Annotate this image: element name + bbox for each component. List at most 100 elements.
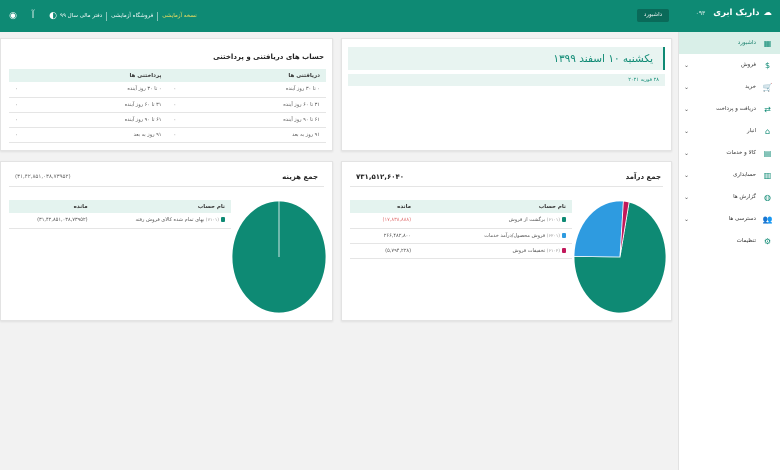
divider [106,11,108,21]
sidebar-item[interactable]: 👥 دسترسی ها ⌄ [679,208,780,230]
payable-value: ۰ [15,86,18,93]
account-name[interactable]: تخفیفات فروش [513,248,546,254]
period-label: ۰ تا ۳۰ روز آینده [285,86,320,93]
pie-slice[interactable] [573,200,624,258]
warehouse-icon: ⌂ [764,126,771,136]
receivable-cell: ۹۱ روز به بعد ۰ [167,127,326,143]
account-cell: (۶۲۰۱) فروش محصول/درآمد خدمات [417,228,572,244]
balance-cell: ۲۶۶,۴۸۲,۸۰۰ [350,228,418,244]
dashboard-button[interactable]: داشبورد [637,9,669,22]
expense-panel: جمع هزینه (۳۱,۴۲,۸۵۱,۰۳۸,۷۳۹۵۲) نام حساب… [0,161,333,321]
brand-name: داریک ابری [713,8,760,18]
account-code: (۶۲۰۱) [546,233,560,239]
user-icon[interactable]: ◉ [6,11,20,21]
chevron-down-icon: ⌄ [684,105,690,113]
income-pie-chart [573,200,667,314]
period-label: ۶۱ تا ۹۰ روز آینده [124,116,162,123]
legend-swatch [562,217,566,223]
font-size-icon[interactable]: آ [26,11,40,21]
legend-swatch [221,217,225,223]
column-header-balance: مانده [350,200,418,213]
account-name[interactable]: فروش محصول/درآمد خدمات [484,233,545,239]
chevron-down-icon: ⌄ [684,215,690,223]
table-row[interactable]: (۶۲۰۱) فروش محصول/درآمد خدمات ۲۶۶,۴۸۲,۸۰۰ [350,228,572,244]
current-date: یکشنبه ۱۰ اسفند ۱۳۹۹ [553,53,653,65]
account-code: (۶۱۰۱) [546,218,560,224]
goods-icon: ▤ [763,148,772,158]
sidebar-item[interactable]: $ فروش ⌄ [679,54,780,76]
test-version-label: نسخه آزمایشی [162,13,197,19]
account-name[interactable]: بهای تمام شده کالای فروش رفته [135,217,204,223]
column-header-account: نام حساب [93,200,231,213]
balance-cell: (۳۱,۴۲,۸۵۱,۰۳۸,۷۳۹۵۲) [9,213,94,229]
column-header-balance: مانده [9,200,94,213]
sidebar-item-label: گزارش ها [733,194,756,200]
sidebar-item[interactable]: 🛒 خرید ⌄ [679,76,780,98]
sidebar-item-label: خرید [745,84,756,90]
sidebar-item[interactable]: ▦ داشبورد [679,32,780,54]
column-header-account: نام حساب [417,200,572,213]
version-label: ۰۹۳ [695,9,706,17]
settings-icon: ⚙ [763,236,772,246]
receivable-value: ۰ [173,86,177,93]
sidebar-item-label: فروش [740,62,756,68]
expense-title: جمع هزینه [282,173,318,181]
contrast-icon[interactable]: ◐ [46,11,60,21]
receivable-cell: ۰ تا ۳۰ روز آینده ۰ [167,82,326,98]
payable-cell: ۳۱ تا ۶۰ روز آینده ۰ [9,97,168,113]
sidebar-item[interactable]: ▥ حسابداری ⌄ [679,164,780,186]
balance-cell: (۱۷,۸۳۸,۸۸۸) [350,213,418,229]
receivable-value: ۰ [173,101,177,108]
period-label: ۶۱ تا ۹۰ روز آینده [283,116,320,123]
income-panel: جمع درآمد ۷۳۱,۵۱۲,۶۰۴۰ نام حساب مانده (۶… [341,161,672,321]
table-row[interactable]: (۶۱۰۱) برگشت از فروش (۱۷,۸۳۸,۸۸۸) [350,213,572,229]
account-cell: (۶۱۰۱) برگشت از فروش [417,213,572,229]
table-row: ۶۱ تا ۹۰ روز آینده ۰ ۶۱ تا ۹۰ روز آینده ۰ [9,112,326,128]
account-cell: (۶۱۰۲) تخفیفات فروش [417,243,572,259]
gregorian-date: ۲۸ فوریه ۲۰۲۱ [348,74,665,86]
sidebar-item[interactable]: ⌂ انبار ⌄ [679,120,780,142]
sidebar-item[interactable]: ⚙ تنظیمات [679,230,780,252]
table-row[interactable]: (۶۱۰۲) تخفیفات فروش (۵,۷۹۴,۲۲۸) [350,243,572,259]
date-panel: یکشنبه ۱۰ اسفند ۱۳۹۹ ۲۸ فوریه ۲۰۲۱ [341,38,672,151]
receivable-value: ۰ [173,131,177,138]
period-label: ۹۱ روز به بعد [292,131,320,138]
top-bar: ☁ داریک ابری ۰۹۳ داشبورد ◉ آ ◐ دفتر مالی… [0,0,780,32]
chevron-down-icon: ⌄ [684,193,690,201]
account-name[interactable]: برگشت از فروش [509,217,546,223]
chevron-down-icon: ⌄ [684,61,690,69]
chevron-down-icon: ⌄ [684,127,690,135]
transfer-icon: ⇄ [764,104,771,114]
chevron-down-icon: ⌄ [684,149,690,157]
sales-icon: $ [764,60,771,70]
expense-pie-chart [231,200,327,314]
sidebar-item[interactable]: ▤ کالا و خدمات ⌄ [679,142,780,164]
receivable-cell: ۳۱ تا ۶۰ روز آینده ۰ [167,97,326,113]
sidebar-item-label: انبار [746,128,756,134]
income-total: ۷۳۱,۵۱۲,۶۰۴۰ [356,173,405,181]
store-name[interactable]: فروشگاه آزمایشی [111,13,153,19]
payable-cell: ۹۱ روز به بعد ۰ [9,127,168,143]
receivable-cell: ۶۱ تا ۹۰ روز آینده ۰ [167,112,326,128]
income-title: جمع درآمد [625,173,661,181]
divider [350,186,663,187]
sidebar-item[interactable]: ◍ گزارش ها ⌄ [679,186,780,208]
reports-icon: ◍ [764,192,771,202]
sidebar-item-label: دریافت و پرداخت [716,106,756,112]
table-row[interactable]: (۷۱۰۱) بهای تمام شده کالای فروش رفته (۳۱,… [9,213,231,229]
receivable-value: ۰ [173,116,177,123]
payable-value: ۰ [15,101,18,108]
payable-value: ۰ [15,131,18,138]
account-code: (۶۱۰۲) [546,248,560,254]
column-header-receivables: دریافتنی ها [167,69,326,82]
account-cell: (۷۱۰۱) بهای تمام شده کالای فروش رفته [93,213,231,229]
accounting-icon: ▥ [763,170,772,180]
cart-icon: 🛒 [762,82,773,92]
brand[interactable]: ☁ داریک ابری ۰۹۳ [696,8,772,18]
receivables-panel: حساب های دریافتنی و پرداختنی دریافتنی ها… [0,38,333,151]
date-box: یکشنبه ۱۰ اسفند ۱۳۹۹ [348,47,665,70]
fiscal-year[interactable]: دفتر مالی سال ۹۹ [60,13,102,19]
receivables-table: دریافتنی ها پرداختنی ها ۰ تا ۳۰ روز آیند… [9,69,326,143]
sidebar-item[interactable]: ⇄ دریافت و پرداخت ⌄ [679,98,780,120]
table-row: ۳۱ تا ۶۰ روز آینده ۰ ۳۱ تا ۶۰ روز آینده ۰ [9,97,326,113]
